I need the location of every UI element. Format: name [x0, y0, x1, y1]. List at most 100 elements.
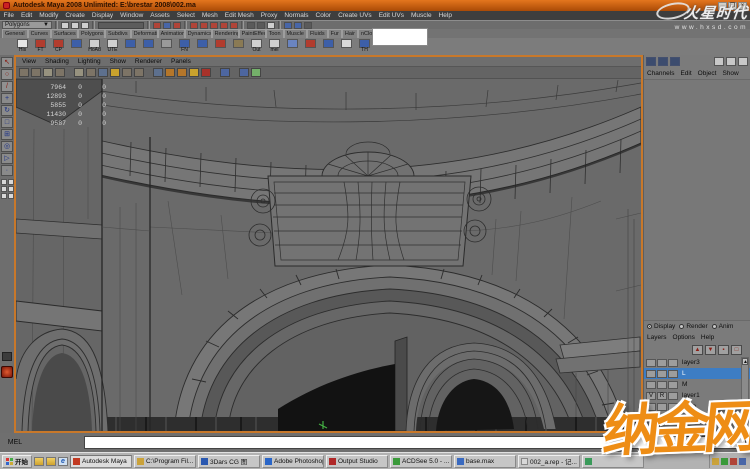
- panel-menu-item[interactable]: Show: [106, 58, 130, 65]
- layer-color-box[interactable]: [668, 370, 678, 378]
- layer-playback-box[interactable]: [657, 359, 667, 367]
- close-button[interactable]: ×: [738, 2, 747, 10]
- layer-row[interactable]: layer3: [644, 357, 750, 368]
- new-scene-icon[interactable]: [61, 22, 69, 29]
- shelf-tab[interactable]: Dynamics: [185, 29, 212, 38]
- layer-color-box[interactable]: [668, 381, 678, 389]
- layer-mode-radio[interactable]: Display: [647, 323, 675, 330]
- shelf-tab[interactable]: Surfaces: [51, 29, 78, 38]
- layer-mode-radio[interactable]: Anim: [712, 323, 734, 330]
- select-object-icon[interactable]: [163, 22, 171, 29]
- taskbar-task[interactable]: Autodesk Maya: [70, 455, 132, 468]
- manip-default-icon[interactable]: [714, 57, 724, 66]
- attribute-editor-toggle-icon[interactable]: [646, 57, 656, 66]
- tray-icon[interactable]: [739, 458, 746, 465]
- shelf-tab[interactable]: Rendering: [212, 29, 239, 38]
- panel-menu-item[interactable]: Panels: [167, 58, 195, 65]
- layer-toolbar-button[interactable]: ▲: [692, 345, 703, 355]
- shelf-tab[interactable]: Curves: [28, 29, 51, 38]
- taskbar-task[interactable]: Adobe Photoshop: [262, 455, 324, 468]
- shelf-button[interactable]: CP: [50, 39, 67, 55]
- layer-visibility-box[interactable]: [646, 381, 656, 389]
- maximize-button[interactable]: ❐: [728, 2, 737, 10]
- layer-row[interactable]: base: [644, 401, 750, 412]
- shelf-button[interactable]: His: [14, 39, 31, 55]
- shelf-button[interactable]: [320, 39, 337, 55]
- menu-item[interactable]: Assets: [147, 11, 174, 20]
- shelf-button[interactable]: HoAd: [86, 39, 103, 55]
- manip-connection-icon[interactable]: [738, 57, 748, 66]
- layer-row[interactable]: L: [644, 368, 750, 379]
- script-editor-icon[interactable]: [2, 352, 12, 361]
- toolbox-tool[interactable]: +: [1, 93, 13, 104]
- shelf-button[interactable]: [194, 39, 211, 55]
- isolate-select-icon[interactable]: [220, 68, 230, 77]
- select-hierarchy-icon[interactable]: [153, 22, 161, 29]
- layout-shortcuts[interactable]: [1, 179, 14, 199]
- taskbar-task[interactable]: 3Dars CG 图: [198, 455, 260, 468]
- panel-menu-item[interactable]: View: [18, 58, 40, 65]
- output-connections-icon[interactable]: [257, 22, 265, 29]
- layer-toolbar-button[interactable]: ▪: [718, 345, 729, 355]
- taskbar-task[interactable]: ACDSee 5.0 - ...: [390, 455, 452, 468]
- shelf-tab[interactable]: Muscle: [284, 29, 307, 38]
- image-plane-icon[interactable]: [74, 68, 84, 77]
- viewport-canvas[interactable]: [16, 79, 641, 431]
- menu-item[interactable]: Select: [173, 11, 198, 20]
- toolbox-tool[interactable]: ∙: [1, 165, 13, 176]
- input-connections-icon[interactable]: [247, 22, 255, 29]
- layer-menu-item[interactable]: Options: [670, 334, 698, 341]
- shelf-button[interactable]: [140, 39, 157, 55]
- menu-item[interactable]: Create: [62, 11, 89, 20]
- shelf-button[interactable]: [212, 39, 229, 55]
- open-scene-icon[interactable]: [71, 22, 79, 29]
- internet-explorer-icon[interactable]: e: [58, 457, 68, 466]
- textured-icon[interactable]: [177, 68, 187, 77]
- minimize-button[interactable]: _: [718, 2, 727, 10]
- construction-history-icon[interactable]: [267, 22, 275, 29]
- menu-item[interactable]: Display: [88, 11, 116, 20]
- select-component-icon[interactable]: [173, 22, 181, 29]
- shelf-tab[interactable]: Toon: [266, 29, 284, 38]
- shelf-tab[interactable]: PaintEffects: [239, 29, 266, 38]
- taskbar-task[interactable]: [582, 455, 644, 468]
- layer-scrollbar[interactable]: ▲: [741, 357, 749, 431]
- layer-visibility-box[interactable]: [646, 370, 656, 378]
- layer-visibility-box[interactable]: [646, 359, 656, 367]
- quick-launch-folder-icon[interactable]: [34, 457, 44, 466]
- menu-item[interactable]: Proxy: [257, 11, 281, 20]
- shelf-button[interactable]: [338, 39, 355, 55]
- film-gate-icon[interactable]: [98, 68, 108, 77]
- xray-icon[interactable]: [239, 68, 249, 77]
- snap-curve-icon[interactable]: [200, 22, 208, 29]
- panel-menu-item[interactable]: Renderer: [131, 58, 166, 65]
- menu-item[interactable]: Edit UVs: [375, 11, 407, 20]
- render-current-frame-icon[interactable]: [284, 22, 292, 29]
- tray-icon[interactable]: [721, 458, 728, 465]
- menu-item[interactable]: Edit: [17, 11, 35, 20]
- select-by-name-input[interactable]: [98, 22, 144, 29]
- layer-color-box[interactable]: [668, 403, 678, 411]
- layer-playback-box[interactable]: R: [657, 392, 667, 400]
- shelf-button[interactable]: TH: [356, 39, 373, 55]
- resolution-gate-icon[interactable]: [110, 68, 120, 77]
- menu-item[interactable]: Create UVs: [335, 11, 376, 20]
- shelf-tab[interactable]: Polygons: [78, 29, 105, 38]
- backface-culling-icon[interactable]: [251, 68, 261, 77]
- shelf-tab[interactable]: General: [2, 29, 28, 38]
- maya-logo-icon[interactable]: [1, 366, 13, 378]
- menu-item[interactable]: Normals: [281, 11, 312, 20]
- channel-box-menu-item[interactable]: Object: [695, 70, 720, 77]
- layer-row[interactable]: M: [644, 379, 750, 390]
- lighting-icon[interactable]: [201, 68, 211, 77]
- menu-item[interactable]: Color: [312, 11, 335, 20]
- toolbox-tool[interactable]: ▷: [1, 153, 13, 164]
- toolbox-tool[interactable]: ↖: [1, 57, 13, 68]
- snap-point-icon[interactable]: [210, 22, 218, 29]
- toolbox-tool[interactable]: /: [1, 81, 13, 92]
- menu-item[interactable]: File: [0, 11, 17, 20]
- ipr-render-icon[interactable]: [294, 22, 302, 29]
- shelf-tab[interactable]: Deformation: [131, 29, 158, 38]
- shelf-button[interactable]: [230, 39, 247, 55]
- shelf-button[interactable]: [284, 39, 301, 55]
